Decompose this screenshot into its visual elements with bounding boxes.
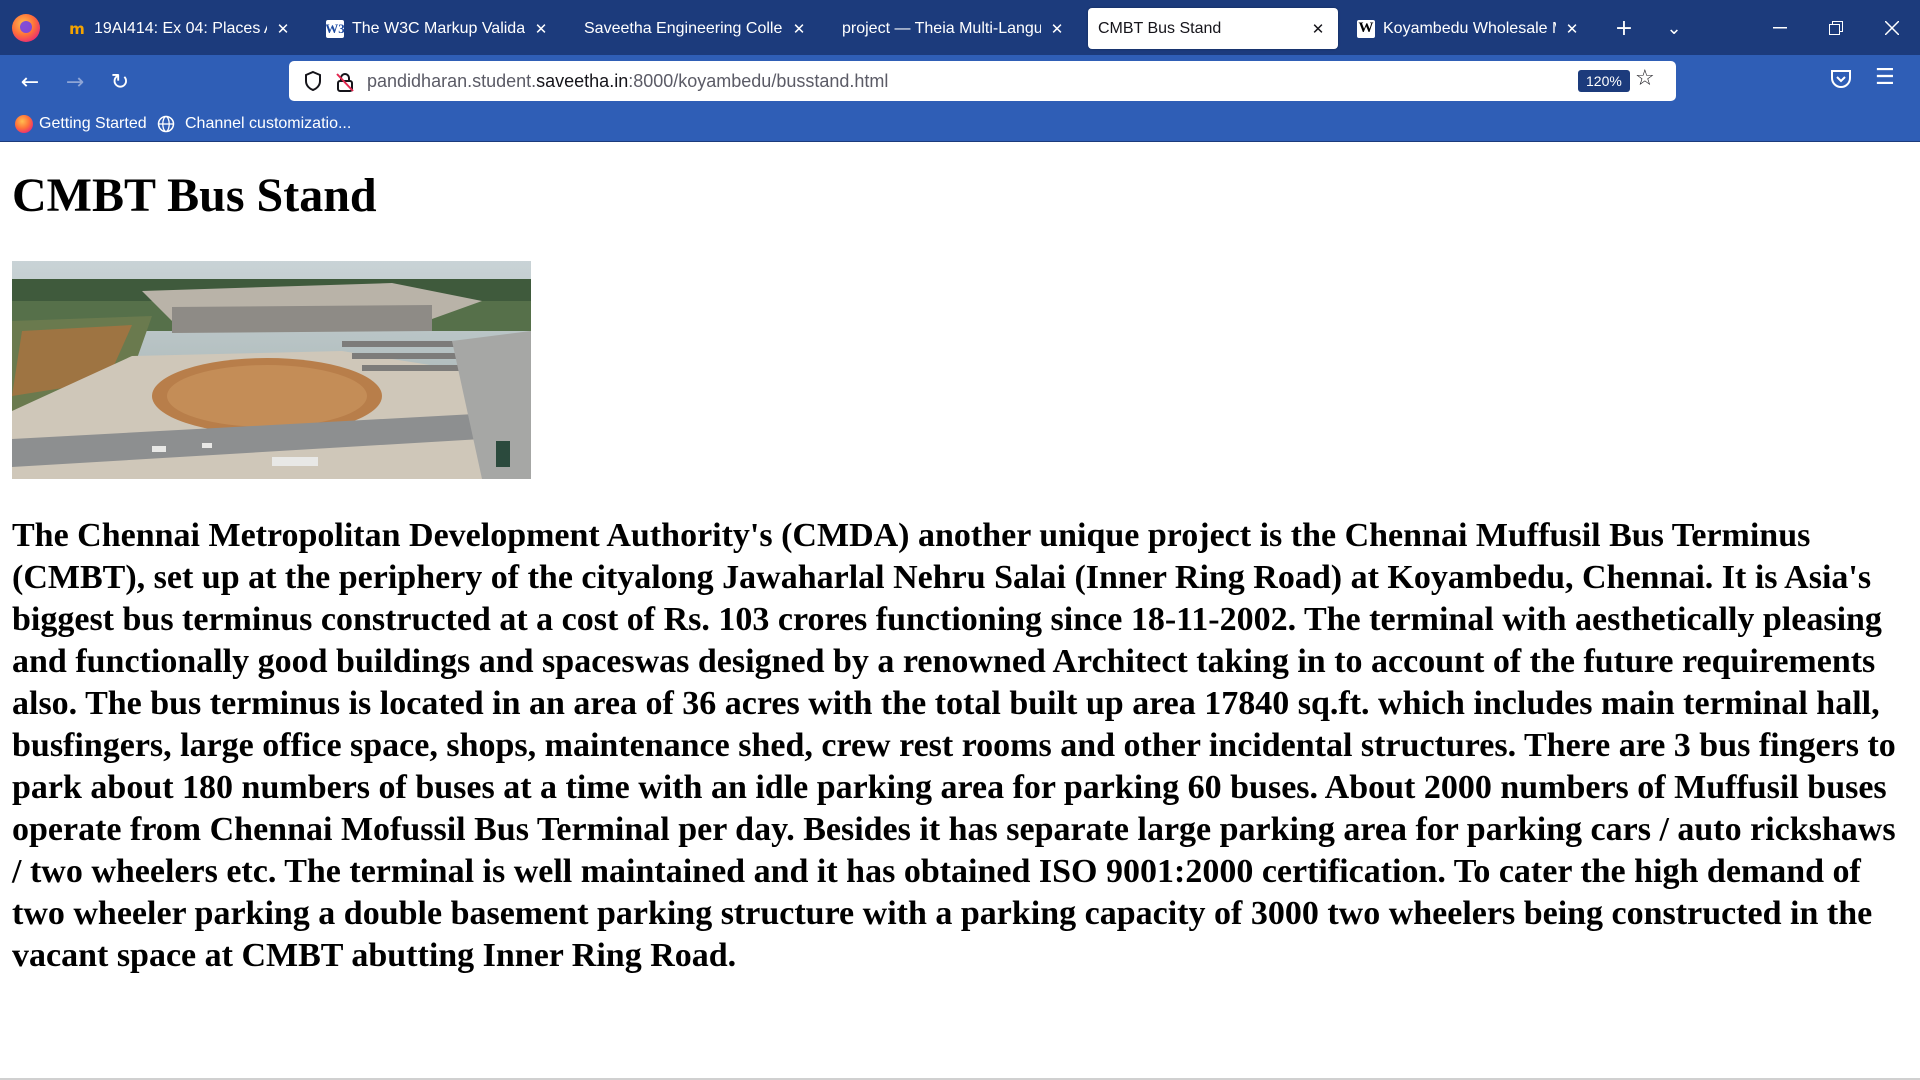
tab-title: 19AI414: Ex 04: Places Aroun	[94, 19, 267, 37]
hamburger-menu-icon[interactable]: ☰	[1875, 65, 1895, 90]
bookmark-getting-started[interactable]: Getting Started	[15, 113, 147, 135]
tracking-shield-icon[interactable]	[303, 70, 323, 92]
bookmark-channel-customization[interactable]: Channel customizatio...	[157, 113, 351, 135]
tab-koyambedu-market[interactable]: W Koyambedu Wholesale Mar ✕	[1347, 8, 1592, 49]
insecure-lock-icon[interactable]	[335, 71, 355, 93]
url-bar[interactable]: pandidharan.student.saveetha.in:8000/koy…	[289, 61, 1676, 101]
reload-icon[interactable]: ↻	[103, 65, 137, 99]
bookmarks-toolbar: Getting Started Channel customizatio...	[0, 107, 1920, 142]
zoom-level-badge[interactable]: 120%	[1578, 70, 1630, 92]
bus-terminus-aerial-image	[12, 261, 531, 479]
tab-theia-project[interactable]: project — Theia Multi-Language ✕	[832, 8, 1077, 49]
w3c-icon: W3	[325, 19, 345, 38]
tab-cmbt-bus-stand[interactable]: CMBT Bus Stand ✕	[1088, 8, 1338, 49]
bookmark-star-icon[interactable]: ☆	[1635, 66, 1655, 91]
url-text[interactable]: pandidharan.student.saveetha.in:8000/koy…	[367, 71, 888, 92]
tab-title: project — Theia Multi-Language	[842, 19, 1041, 37]
moodle-m-icon: m	[69, 19, 85, 38]
navigation-toolbar: ← → ↻ pandidharan.student.saveetha.in:80…	[0, 55, 1920, 107]
firefox-menu-icon[interactable]	[12, 14, 40, 42]
globe-icon	[157, 115, 175, 133]
forward-arrow-icon[interactable]: →	[58, 65, 92, 99]
bookmark-label: Channel customizatio...	[185, 115, 352, 132]
restore-icon[interactable]	[1808, 0, 1864, 55]
close-icon[interactable]: ✕	[1308, 20, 1328, 38]
wikipedia-w-icon: W	[1357, 19, 1375, 38]
page-content: CMBT Bus Stand The Chennai Metropolitan …	[0, 142, 1920, 1080]
minimize-icon[interactable]	[1752, 0, 1808, 55]
tab-places-around[interactable]: m 19AI414: Ex 04: Places Aroun ✕	[58, 8, 303, 49]
description-paragraph: The Chennai Metropolitan Development Aut…	[12, 517, 1896, 974]
tab-strip: m 19AI414: Ex 04: Places Aroun ✕ W3 The …	[0, 0, 1920, 55]
back-arrow-icon[interactable]: ←	[13, 65, 47, 99]
list-tabs-chevron-down-icon[interactable]: ⌄	[1658, 12, 1690, 44]
tab-w3c-validator[interactable]: W3 The W3C Markup Validation ✕	[316, 8, 561, 49]
tab-title: Saveetha Engineering College	[584, 19, 783, 37]
close-icon[interactable]: ✕	[789, 20, 809, 38]
tab-title: Koyambedu Wholesale Mar	[1383, 19, 1556, 37]
url-host: saveetha.in	[536, 71, 629, 91]
close-icon[interactable]: ✕	[531, 20, 551, 38]
tab-saveetha-college[interactable]: Saveetha Engineering College ✕	[574, 8, 819, 49]
close-icon[interactable]: ✕	[273, 20, 293, 38]
tab-title: The W3C Markup Validation	[352, 19, 525, 37]
firefox-icon	[15, 115, 33, 133]
url-prefix: pandidharan.student.	[367, 71, 537, 91]
bookmark-label: Getting Started	[39, 115, 147, 132]
url-path: :8000/koyambedu/busstand.html	[628, 71, 889, 91]
new-tab-plus-icon[interactable]: +	[1608, 12, 1640, 44]
tab-title: CMBT Bus Stand	[1098, 19, 1222, 37]
close-icon[interactable]: ✕	[1047, 20, 1067, 38]
close-icon[interactable]: ✕	[1562, 20, 1582, 38]
window-close-icon[interactable]	[1864, 0, 1920, 55]
pocket-icon[interactable]	[1830, 69, 1852, 89]
page-title: CMBT Bus Stand	[12, 169, 377, 222]
